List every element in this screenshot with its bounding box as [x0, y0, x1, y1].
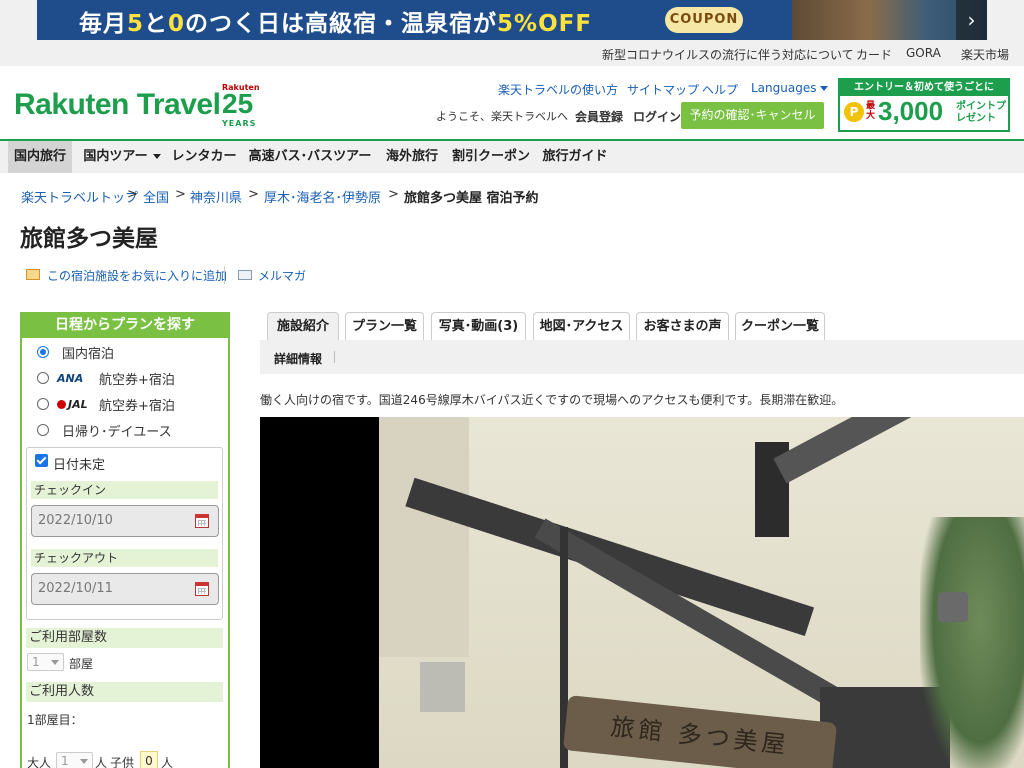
people-label: ご利用人数 [26, 682, 223, 702]
banner-area: 毎月5と0のつく日は高級宿・温泉宿が5%OFF COUPON › [0, 0, 1024, 40]
checkin-input[interactable]: 2022/10/10 [31, 505, 219, 537]
site-logo[interactable]: Rakuten Travel [14, 88, 221, 122]
gora-link[interactable]: GORA [906, 46, 941, 60]
tab-map[interactable]: 地図･アクセス [533, 312, 630, 341]
banner-text: 毎月5と0のつく日は高級宿・温泉宿が5%OFF [79, 11, 593, 37]
child-label: 子供 [110, 756, 135, 768]
radio-day-use[interactable] [37, 424, 49, 436]
divider [224, 266, 225, 284]
rooms-select[interactable]: 1 [27, 653, 64, 671]
subtab-bar [260, 340, 1024, 374]
rakuten-ichiba-link[interactable]: 楽天市場 [961, 46, 1009, 63]
mailmag-link[interactable]: メルマガ [258, 267, 306, 284]
tab-coupons[interactable]: クーポン一覧 [735, 312, 825, 341]
adult-unit: 人 [95, 756, 108, 768]
nav-highway-bus[interactable]: 高速バス･バスツアー [245, 141, 375, 173]
login-link[interactable]: ログイン [633, 108, 681, 125]
chevron-right-icon[interactable]: › [956, 0, 987, 40]
option-label: 日帰り･デイユース [62, 425, 172, 440]
calendar-icon[interactable] [195, 514, 209, 528]
sitemap-link[interactable]: サイトマップ [627, 81, 699, 98]
tab-photos[interactable]: 写真･動画(3) [431, 312, 526, 341]
nav-domestic-travel[interactable]: 国内旅行 [8, 141, 72, 173]
utility-links: 新型コロナウイルスの流行に伴う対応について カード GORA 楽天市場 [0, 40, 1024, 66]
mail-icon [238, 270, 252, 280]
chevron-down-icon [80, 759, 88, 764]
nav-rental-car[interactable]: レンタカー [170, 141, 238, 173]
date-undecided-checkbox[interactable] [35, 454, 48, 467]
divider [334, 351, 335, 363]
nav-overseas[interactable]: 海外旅行 [381, 141, 443, 173]
card-link[interactable]: カード [856, 46, 892, 63]
radio-ana-package[interactable] [37, 372, 49, 384]
languages-menu[interactable]: Languages [751, 81, 829, 95]
chevron-down-icon [51, 660, 59, 665]
promo-banner[interactable]: 毎月5と0のつく日は高級宿・温泉宿が5%OFF COUPON › [37, 0, 987, 40]
add-favorite-link[interactable]: この宿泊施設をお気に入りに追加 [47, 267, 227, 284]
point-coin-icon: P [844, 102, 864, 122]
breadcrumb-kanagawa[interactable]: 神奈川県 [190, 187, 242, 206]
checkout-label: チェックアウト [31, 549, 218, 567]
rooms-unit: 部屋 [69, 657, 94, 671]
subtab-details[interactable]: 詳細情報 [274, 350, 322, 367]
favorite-folder-icon [26, 269, 40, 280]
breadcrumb-current: 旅館多つ美屋 宿泊予約 [404, 191, 539, 206]
date-search-title: 日程からプランを探す [20, 312, 230, 338]
radio-jal-package[interactable] [37, 398, 49, 410]
breadcrumb-area[interactable]: 厚木･海老名･伊勢原 [264, 187, 381, 206]
adult-label: 大人 [27, 756, 52, 768]
covid-notice-link[interactable]: 新型コロナウイルスの流行に伴う対応について [602, 46, 854, 63]
reservation-check-button[interactable]: 予約の確認･キャンセル [681, 102, 824, 129]
checkout-input[interactable]: 2022/10/11 [31, 573, 219, 605]
option-label: 航空券+宿泊 [99, 373, 175, 388]
coupon-badge: COUPON [665, 7, 743, 33]
points-promo[interactable]: エントリー＆初めて使うごとに P 最大 3,000 ポイントプレゼント [838, 78, 1010, 132]
nav-coupons[interactable]: 割引クーポン [450, 141, 532, 173]
page-title: 旅館多つ美屋 [20, 226, 158, 252]
checkin-label: チェックイン [31, 481, 218, 499]
tab-plans[interactable]: プラン一覧 [345, 312, 424, 341]
room1-label: 1部屋目： [27, 713, 83, 727]
how-to-use-link[interactable]: 楽天トラベルの使い方 [498, 81, 618, 98]
facility-photo[interactable]: 旅館 多つ美屋 [260, 417, 1024, 768]
facility-description: 働く人向けの宿です。国道246号線厚木バイパス近くですので現場へのアクセスも便利… [260, 393, 844, 407]
calendar-icon[interactable] [195, 582, 209, 596]
jal-crane-icon [57, 400, 66, 409]
chevron-down-icon [820, 86, 829, 91]
option-label: 航空券+宿泊 [99, 399, 175, 414]
breadcrumb-separator: > [388, 187, 399, 202]
option-label: 国内宿泊 [62, 347, 115, 362]
breadcrumb-nationwide[interactable]: 全国 [143, 187, 169, 206]
ana-logo: ANA [57, 372, 84, 385]
chevron-down-icon [152, 154, 161, 159]
breadcrumb-separator: > [248, 187, 259, 202]
child-count[interactable]: 0 [140, 751, 158, 768]
register-link[interactable]: 会員登録 [575, 108, 623, 125]
date-undecided-label: 日付未定 [53, 458, 106, 473]
radio-domestic-stay[interactable] [37, 346, 49, 358]
nav-domestic-tour[interactable]: 国内ツアー [79, 141, 165, 173]
anniversary-logo: Rakuten 25 YEARS [222, 83, 260, 128]
breadcrumb-separator: > [127, 187, 138, 202]
nav-travel-guide[interactable]: 旅行ガイド [540, 141, 610, 173]
tab-facility-intro[interactable]: 施設紹介 [267, 312, 339, 341]
rooms-label: ご利用部屋数 [26, 628, 223, 648]
welcome-text: ようこそ、楽天トラベルへ [436, 110, 568, 123]
child-unit: 人 [161, 756, 174, 768]
main-nav: 国内旅行 国内ツアー レンタカー 高速バス･バスツアー 海外旅行 割引クーポン … [0, 139, 1024, 173]
help-link[interactable]: ヘルプ [702, 81, 738, 98]
breadcrumb-top[interactable]: 楽天トラベルトップ [21, 187, 138, 206]
tab-reviews[interactable]: お客さまの声 [636, 312, 729, 341]
breadcrumb-separator: > [175, 187, 186, 202]
jal-logo: JAL [57, 398, 88, 411]
adult-select[interactable]: 1 [56, 752, 93, 768]
